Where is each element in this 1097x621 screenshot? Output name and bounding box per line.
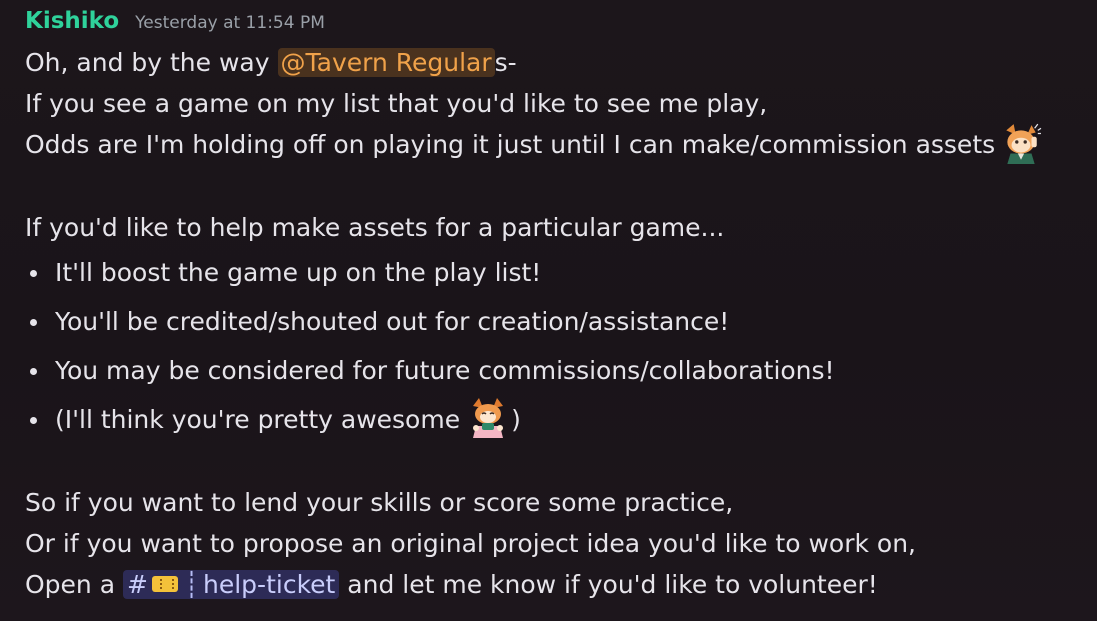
- channel-separator: ┊: [183, 570, 200, 599]
- list-item: You may be considered for future commiss…: [25, 346, 1090, 395]
- bullet-text: (I'll think you're pretty awesome: [55, 405, 461, 434]
- fox-happy-emoji[interactable]: [468, 398, 508, 438]
- fox-salute-emoji[interactable]: [1000, 122, 1042, 164]
- message-line-6: Or if you want to propose an original pr…: [25, 529, 916, 558]
- message-header: Kishiko Yesterday at 11:54 PM: [25, 8, 1090, 42]
- channel-hash-icon: #: [127, 570, 148, 599]
- line-3-text: Odds are I'm holding off on playing it j…: [25, 130, 996, 159]
- author-name[interactable]: Kishiko: [25, 8, 119, 34]
- role-mention[interactable]: @Tavern Regular: [277, 48, 495, 77]
- line-1-text: Oh, and by the way: [25, 48, 278, 77]
- message-timestamp[interactable]: Yesterday at 11:54 PM: [135, 13, 325, 33]
- bullet-text: You'll be credited/shouted out for creat…: [55, 307, 730, 336]
- bullet-text: You may be considered for future commiss…: [55, 356, 835, 385]
- line-1-suffix: s-: [494, 48, 517, 77]
- bullet-close-paren: ): [511, 405, 521, 434]
- message-line-3: Odds are I'm holding off on playing it j…: [25, 122, 1090, 165]
- channel-mention-help-ticket[interactable]: # ┊ help-ticket: [123, 570, 340, 599]
- list-item: It'll boost the game up on the play list…: [25, 248, 1090, 297]
- bullet-text: It'll boost the game up on the play list…: [55, 258, 542, 287]
- list-item: You'll be credited/shouted out for creat…: [25, 297, 1090, 346]
- bullet-list: It'll boost the game up on the play list…: [25, 248, 1090, 444]
- line-7-suffix: and let me know if you'd like to volunte…: [339, 570, 878, 599]
- message-line-5: So if you want to lend your skills or sc…: [25, 488, 734, 517]
- ticket-icon: [151, 576, 178, 592]
- line-7-text: Open a: [25, 570, 123, 599]
- list-item: (I'll think you're pretty awesome ): [25, 395, 1090, 444]
- channel-name: help-ticket: [203, 570, 336, 599]
- message-line-4: If you'd like to help make assets for a …: [25, 213, 725, 242]
- message-line-1: Oh, and by the way @Tavern Regular s-: [25, 42, 1090, 83]
- message-line-7: Open a # ┊ help-ticket and let me know if …: [25, 564, 1090, 605]
- message-line-2: If you see a game on my list that you'd …: [25, 89, 768, 118]
- chat-message: Kishiko Yesterday at 11:54 PM Oh, and by…: [25, 8, 1090, 605]
